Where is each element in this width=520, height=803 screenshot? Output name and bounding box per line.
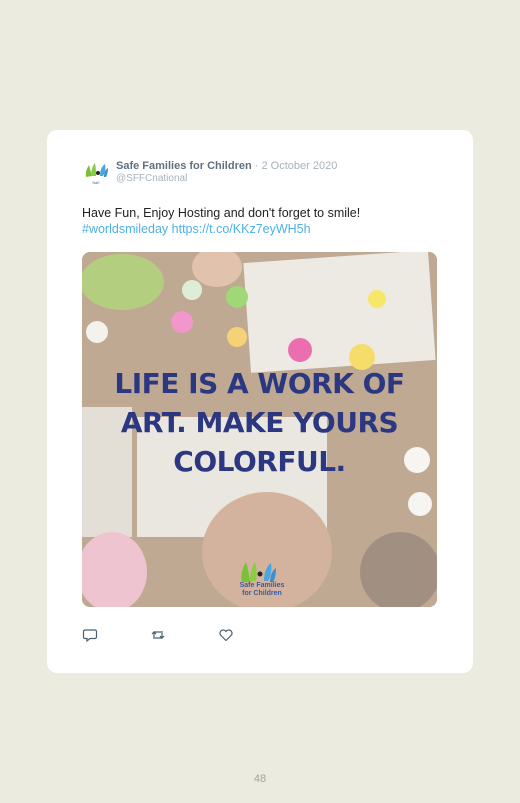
url-link[interactable]: https://t.co/KKz7eyWH5h xyxy=(172,222,311,236)
hashtag-link[interactable]: #worldsmileday xyxy=(82,222,168,236)
separator: · xyxy=(254,160,259,172)
tweet-text: Have Fun, Enjoy Hosting and don't forget… xyxy=(82,205,442,237)
author-name[interactable]: Safe Families for Children xyxy=(116,160,252,172)
logo-line-2: for Children xyxy=(242,590,282,597)
svg-text:Nat'l: Nat'l xyxy=(93,181,100,185)
avatar[interactable]: Nat'l xyxy=(82,159,110,187)
tweet-image[interactable]: LIFE IS A WORK OF ART. MAKE YOURS COLORF… xyxy=(82,252,437,607)
reply-icon[interactable] xyxy=(82,627,98,643)
tweet-header: Safe Families for Children · 2 October 2… xyxy=(116,160,337,172)
quote-line-2: ART. MAKE YOURS xyxy=(120,406,399,439)
quote-line-1: LIFE IS A WORK OF xyxy=(114,367,405,400)
page-number: 48 xyxy=(253,773,267,785)
heart-icon[interactable] xyxy=(218,627,234,643)
image-logo-text: Safe Families for Children xyxy=(232,582,292,598)
tweet-body: Have Fun, Enjoy Hosting and don't forget… xyxy=(82,206,361,220)
quote-text: LIFE IS A WORK OF ART. MAKE YOURS COLORF… xyxy=(82,364,437,481)
quote-line-3: COLORFUL. xyxy=(173,445,346,478)
logo-line-1: Safe Families xyxy=(239,582,285,589)
retweet-icon[interactable] xyxy=(150,627,166,643)
tweet-card: Nat'l Safe Families for Children · 2 Oct… xyxy=(47,130,473,673)
author-handle[interactable]: @SFFCnational xyxy=(116,173,187,184)
tweet-date[interactable]: 2 October 2020 xyxy=(262,160,338,172)
